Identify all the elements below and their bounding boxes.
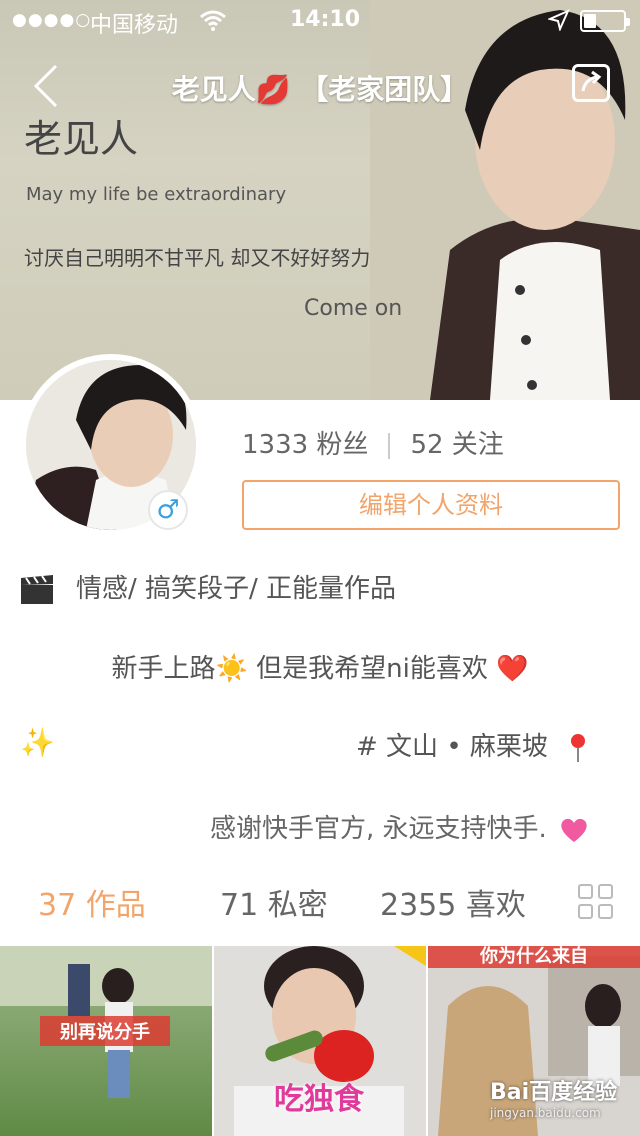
edit-profile-button[interactable]: 编辑个人资料 xyxy=(242,480,620,530)
followers-count[interactable]: 1333 粉丝 xyxy=(242,430,368,460)
thumbnail-caption: 你为什么来自 xyxy=(428,946,640,968)
thumbnail-caption: 吃独食 xyxy=(274,1082,364,1117)
share-icon xyxy=(581,70,602,92)
signal-icon: ●●●●○ xyxy=(12,10,92,30)
profile-tags: 情感/ 搞笑段子/ 正能量作品 xyxy=(20,568,396,605)
watermark-brand: Bai百度经验 xyxy=(490,1080,618,1105)
sparkle-icon: ✨ xyxy=(20,726,55,759)
navbar: 老见人💋 【老家团队】 xyxy=(0,58,640,114)
wifi-icon xyxy=(200,10,226,31)
watermark: Bai百度经验 jingyan.baidu.com xyxy=(490,1074,617,1120)
clapperboard-icon xyxy=(21,574,53,604)
following-count[interactable]: 52 关注 xyxy=(410,430,503,460)
work-thumbnail[interactable]: 别再说分手 xyxy=(0,946,212,1136)
content-tabs: 37 作品 71 私密 2355 喜欢 xyxy=(0,880,640,928)
location-line: # 文山 • 麻栗坡 xyxy=(356,726,588,763)
location-label: # 文山 • 麻栗坡 xyxy=(356,732,548,762)
cover-text-chinese: 讨厌自己明明不甘平凡 却又不好好努力 xyxy=(24,246,371,270)
follow-stats: 1333 粉丝 52 关注 xyxy=(242,424,504,461)
carrier-label: 中国移动 xyxy=(90,13,179,38)
work-thumbnail[interactable]: 吃独食 xyxy=(214,946,426,1136)
location-arrow-icon xyxy=(548,9,570,31)
bio-line-1: 新手上路☀️ 但是我希望ni能喜欢 ❤️ xyxy=(111,654,529,684)
battery-icon xyxy=(580,10,630,32)
pin-icon xyxy=(571,733,586,762)
cover-text-english: May my life be extraordinary xyxy=(26,184,287,205)
bio-line-3: 感谢快手官方, 永远支持快手. xyxy=(210,808,589,845)
sparkling-heart-icon xyxy=(561,818,587,842)
bio-line-3-text: 感谢快手官方, 永远支持快手. xyxy=(210,814,547,844)
status-bar: ●●●●○ 中国移动 14:10 xyxy=(0,0,640,40)
cover-text-comeon: Come on xyxy=(304,296,403,321)
thumbnail-caption: 别再说分手 xyxy=(40,1016,170,1046)
tab-works[interactable]: 37 作品 xyxy=(38,880,146,924)
page-title: 老见人💋 【老家团队】 xyxy=(171,73,469,106)
tab-likes[interactable]: 2355 喜欢 xyxy=(380,880,526,924)
male-gender-icon: ♂ xyxy=(148,490,188,530)
stats-divider xyxy=(388,432,391,459)
grid-view-icon[interactable] xyxy=(578,884,614,920)
cover-text-title: 老见人 xyxy=(24,117,139,161)
watermark-url: jingyan.baidu.com xyxy=(490,1106,601,1120)
share-button[interactable] xyxy=(572,64,610,102)
tags-label: 情感/ 搞笑段子/ 正能量作品 xyxy=(76,574,397,604)
clock: 14:10 xyxy=(290,7,361,32)
tab-private[interactable]: 71 私密 xyxy=(220,880,328,924)
